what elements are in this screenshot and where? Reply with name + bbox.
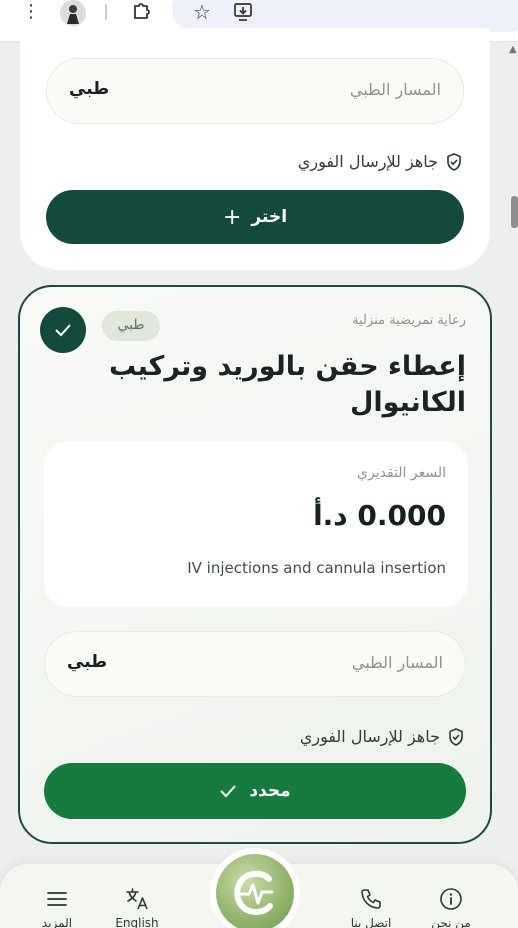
price-value: 0.000 د.أ	[313, 499, 446, 532]
medical-path-field: المسار الطبي طبي	[46, 58, 464, 124]
selected-button[interactable]: محدد	[44, 763, 466, 819]
translate-icon	[102, 886, 172, 912]
choose-button[interactable]: اختر +	[46, 190, 464, 244]
service-category: رعاية تمريضية منزلية	[352, 313, 466, 328]
service-card: المسار الطبي طبي جاهز للإرسال الفوري اخت…	[20, 28, 490, 270]
path-label: المسار الطبي	[351, 653, 443, 672]
nav-item-more[interactable]: المزيد	[22, 886, 92, 928]
nav-label: اتصل بنا	[350, 916, 392, 928]
choose-label: اختر	[251, 207, 288, 227]
nav-item-language[interactable]: English	[102, 886, 172, 928]
toolbar-separator	[105, 4, 107, 20]
path-value: طبي	[69, 79, 110, 99]
nav-item-about[interactable]: من نحن	[416, 886, 486, 928]
menu-icon	[22, 886, 92, 912]
nav-label: المزيد	[41, 916, 73, 928]
nav-item-contact[interactable]: اتصل بنا	[336, 886, 406, 928]
scrollbar-thumb[interactable]	[511, 196, 518, 228]
ready-text: جاهز للإرسال الفوري	[299, 727, 440, 746]
install-app-icon[interactable]	[232, 1, 254, 23]
profile-avatar[interactable]	[60, 0, 86, 26]
selected-service-card[interactable]: رعاية تمريضية منزلية طبي إعطاء حقن بالور…	[18, 285, 492, 844]
price-label: السعر التقديري	[357, 465, 446, 481]
medical-path-field: المسار الطبي طبي	[44, 631, 466, 697]
selected-label: محدد	[249, 781, 291, 801]
info-icon	[416, 886, 486, 912]
phone-icon	[336, 886, 406, 912]
service-title: إعطاء حقن بالوريد وتركيب الكانيوال	[109, 351, 466, 418]
service-description: IV injections and cannula insertion	[187, 559, 446, 577]
home-logo-button[interactable]	[210, 848, 300, 928]
extensions-icon[interactable]	[130, 1, 152, 23]
shield-check-icon	[447, 152, 461, 171]
nav-label: من نحن	[431, 916, 471, 928]
price-box: السعر التقديري 0.000 د.أ IV injections a…	[44, 441, 468, 607]
selected-check-badge	[40, 307, 86, 353]
path-label: المسار الطبي	[349, 80, 441, 99]
bookmark-star-icon[interactable]: ☆	[193, 1, 211, 23]
path-value: طبي	[67, 652, 108, 672]
scroll-up-arrow-icon[interactable]: ▲	[509, 44, 518, 58]
ready-status: جاهز للإرسال الفوري	[300, 727, 464, 746]
nav-label: English	[115, 916, 159, 928]
medical-tag: طبي	[102, 311, 160, 341]
ready-text: جاهز للإرسال الفوري	[297, 152, 438, 171]
logo-icon	[216, 854, 294, 928]
shield-check-icon	[449, 727, 463, 746]
browser-menu-icon[interactable]: ⋮	[22, 2, 40, 24]
check-icon	[55, 324, 71, 337]
plus-icon: +	[222, 204, 242, 230]
ready-status: جاهز للإرسال الفوري	[298, 152, 462, 171]
check-icon	[220, 785, 237, 798]
